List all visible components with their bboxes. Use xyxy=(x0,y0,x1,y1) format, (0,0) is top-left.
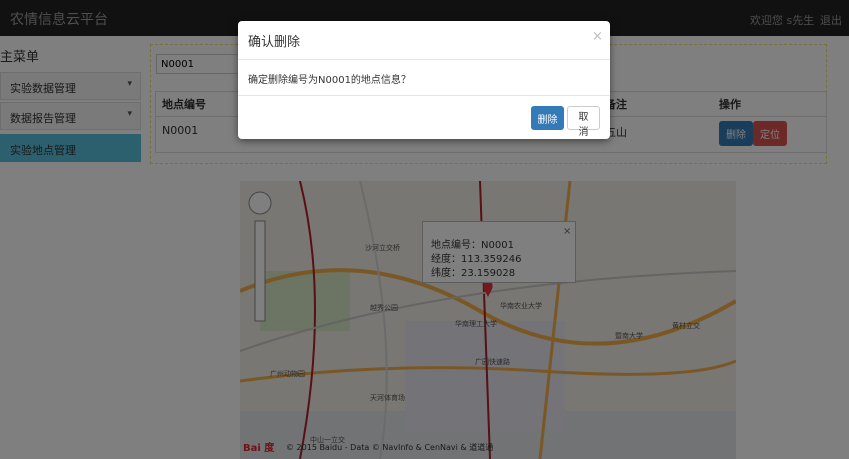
cancel-button[interactable]: 取消 xyxy=(567,106,600,138)
confirm-delete-modal: 确认删除 × 确定删除编号为N0001的地点信息？ 删除 取消 xyxy=(238,21,610,139)
confirm-delete-button[interactable]: 删除 xyxy=(531,106,564,130)
close-icon[interactable]: × xyxy=(592,29,603,44)
modal-message: 确定删除编号为N0001的地点信息？ xyxy=(248,75,411,86)
modal-title: 确认删除 xyxy=(248,35,301,50)
modal-divider xyxy=(238,95,610,96)
modal-divider xyxy=(238,59,610,60)
